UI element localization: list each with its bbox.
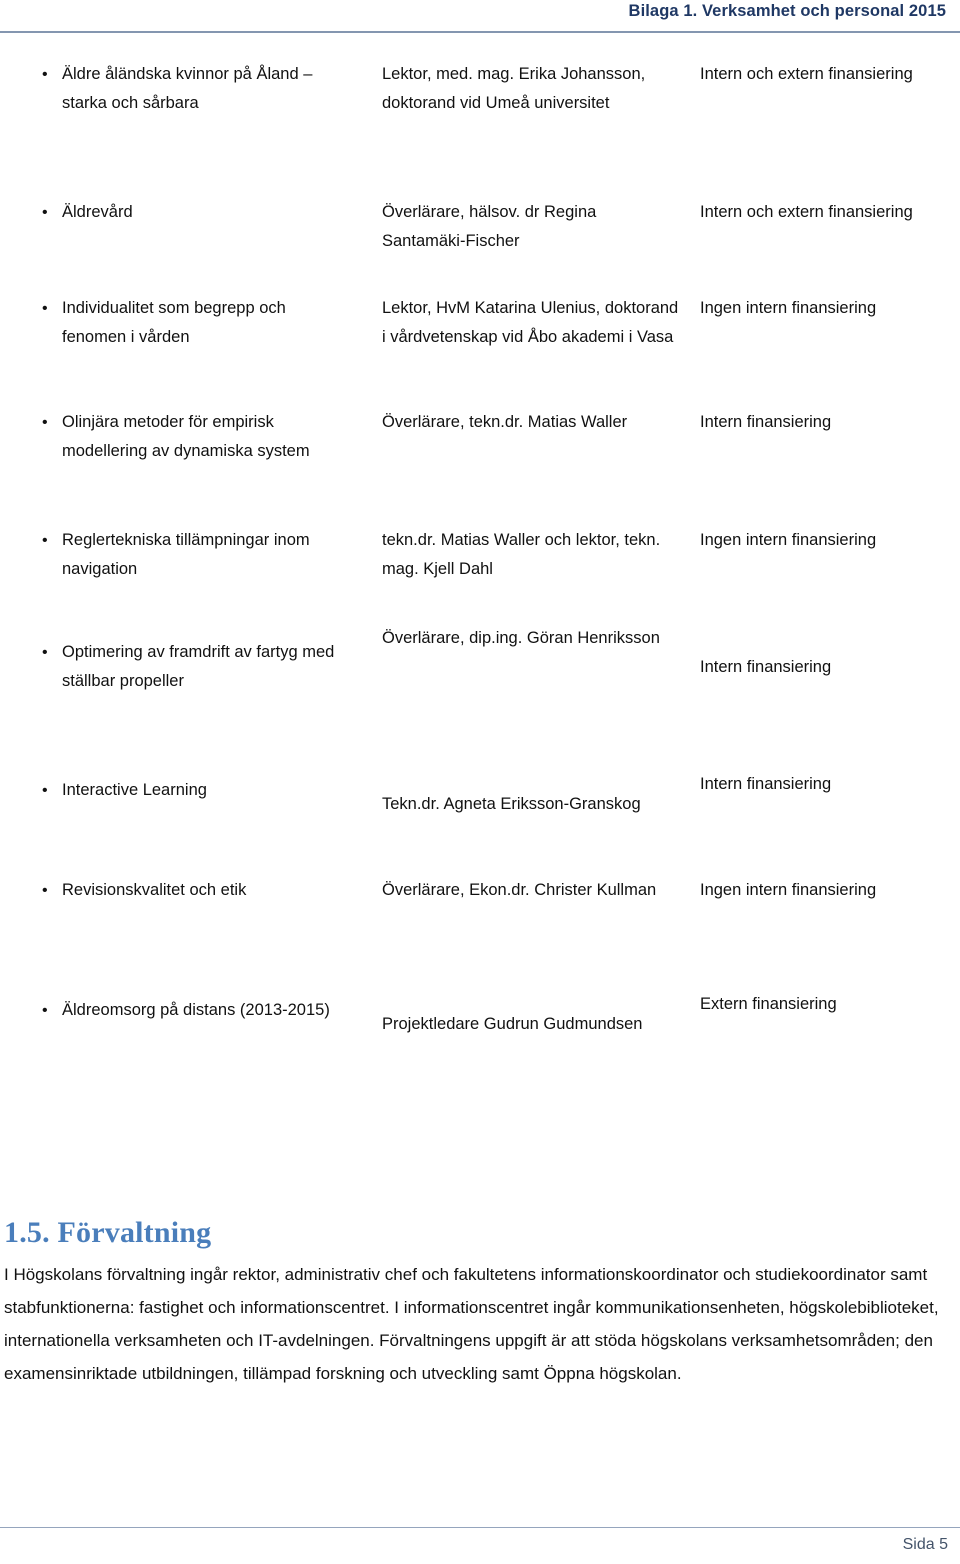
bullet-icon: • — [42, 882, 48, 899]
table-row: • Interactive Learning Tekn.dr. Agneta E… — [0, 775, 960, 876]
table-cell-person: Lektor, HvM Katarina Ulenius, doktorand … — [382, 299, 679, 346]
table-cell-topic: • Äldre åländska kvinnor på Åland – star… — [42, 60, 354, 118]
table-cell-funding: Intern finansiering — [700, 658, 832, 676]
table-cell-funding: Ingen intern finansiering — [700, 881, 877, 899]
table-cell-person: Tekn.dr. Agneta Eriksson-Granskog — [382, 795, 641, 813]
table-cell-person: Projektledare Gudrun Gudmundsen — [382, 1015, 643, 1033]
table-cell-topic: • Interactive Learning — [42, 776, 354, 805]
table-row: • Olinjära metoder för empirisk modeller… — [0, 408, 960, 526]
bullet-icon: • — [42, 66, 48, 83]
table-row: • Äldrevård Överlärare, hälsov. dr Regin… — [0, 198, 960, 294]
section-body-paragraph: I Högskolans förvaltning ingår rektor, a… — [4, 1265, 939, 1383]
table-cell-topic: • Olinjära metoder för empirisk modeller… — [42, 408, 354, 466]
table-cell-person: Överlärare, Ekon.dr. Christer Kullman — [382, 881, 657, 899]
topic-label: Interactive Learning — [62, 781, 207, 799]
bullet-icon: • — [42, 644, 48, 661]
topic-label: Olinjära metoder för empirisk modellerin… — [62, 413, 310, 460]
table-cell-person: Överlärare, dip.ing. Göran Henriksson — [382, 629, 660, 647]
table-cell-funding: Ingen intern finansiering — [700, 299, 877, 317]
topic-label: Revisionskvalitet och etik — [62, 881, 247, 899]
table-cell-topic: • Revisionskvalitet och etik — [42, 876, 354, 905]
topic-label: Äldrevård — [62, 203, 133, 221]
table-cell-topic: • Äldreomsorg på distans (2013-2015) — [42, 996, 354, 1025]
section-heading-forvaltning: 1.5. Förvaltning — [4, 1216, 212, 1249]
bullet-icon: • — [42, 414, 48, 431]
table-cell-funding: Intern och extern finansiering — [700, 203, 913, 221]
topic-label: Optimering av framdrift av fartyg med st… — [62, 643, 335, 690]
topic-label: Individualitet som begrepp och fenomen i… — [62, 299, 286, 346]
page-number: Sida 5 — [902, 1536, 948, 1553]
footer-divider — [0, 1527, 960, 1528]
bullet-icon: • — [42, 782, 48, 799]
table-row: • Individualitet som begrepp och fenomen… — [0, 294, 960, 408]
table-cell-topic: • Reglertekniska tillämpningar inom navi… — [42, 526, 354, 584]
table-cell-funding: Intern och extern finansiering — [700, 65, 913, 83]
table-cell-funding: Intern finansiering — [700, 413, 832, 431]
header-divider — [0, 31, 960, 33]
topic-label: Reglertekniska tillämpningar inom naviga… — [62, 531, 310, 578]
table-row: • Äldre åländska kvinnor på Åland – star… — [0, 60, 960, 198]
table-cell-funding: Intern finansiering — [700, 775, 832, 793]
table-cell-funding: Extern finansiering — [700, 995, 837, 1013]
page-header-title: Bilaga 1. Verksamhet och personal 2015 — [628, 2, 946, 20]
page-header: Bilaga 1. Verksamhet och personal 2015 — [0, 0, 960, 34]
table-row: • Optimering av framdrift av fartyg med … — [0, 624, 960, 776]
bullet-icon: • — [42, 532, 48, 549]
table-cell-person: tekn.dr. Matias Waller och lektor, tekn.… — [382, 531, 661, 578]
table-row: • Äldreomsorg på distans (2013-2015) Pro… — [0, 995, 960, 1106]
bullet-icon: • — [42, 300, 48, 317]
bullet-icon: • — [42, 1002, 48, 1019]
table-cell-person: Lektor, med. mag. Erika Johansson, dokto… — [382, 65, 646, 112]
table-cell-funding: Ingen intern finansiering — [700, 531, 877, 549]
topic-label: Äldre åländska kvinnor på Åland – starka… — [62, 65, 313, 112]
research-projects-table: • Äldre åländska kvinnor på Åland – star… — [0, 60, 960, 1106]
table-cell-topic: • Individualitet som begrepp och fenomen… — [42, 294, 354, 352]
table-cell-person: Överlärare, tekn.dr. Matias Waller — [382, 413, 628, 431]
table-row: • Revisionskvalitet och etik Överlärare,… — [0, 876, 960, 996]
bullet-icon: • — [42, 204, 48, 221]
topic-label: Äldreomsorg på distans (2013-2015) — [62, 1001, 330, 1019]
table-row: • Reglertekniska tillämpningar inom navi… — [0, 526, 960, 624]
table-cell-topic: • Äldrevård — [42, 198, 354, 227]
table-cell-topic: • Optimering av framdrift av fartyg med … — [42, 638, 354, 696]
table-cell-person: Överlärare, hälsov. dr Regina Santamäki-… — [382, 203, 597, 250]
